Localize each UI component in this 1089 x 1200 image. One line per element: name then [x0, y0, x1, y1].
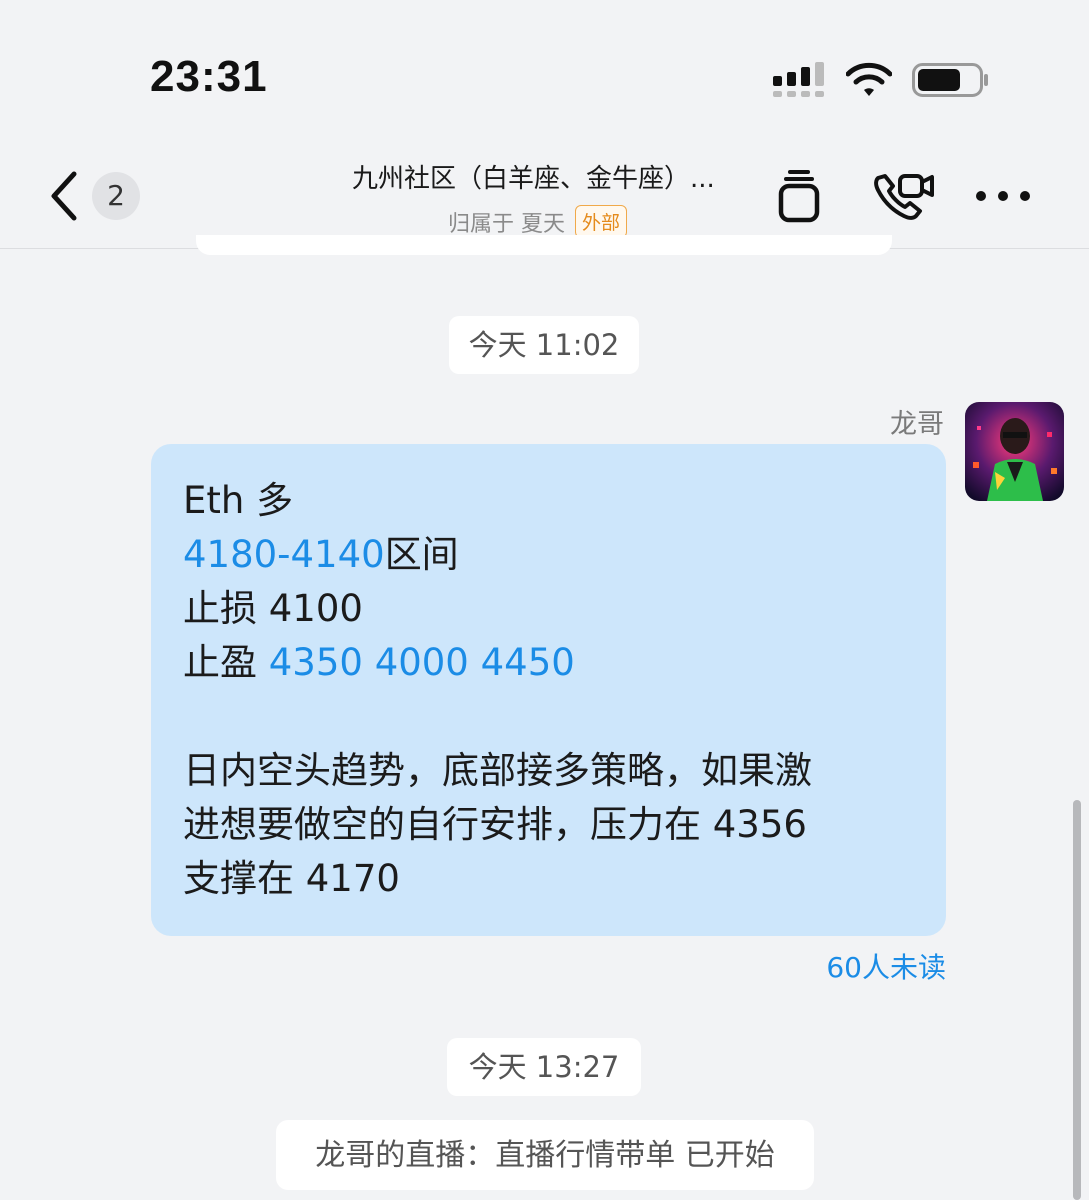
previous-message-card-edge	[196, 235, 892, 255]
call-video-icon[interactable]	[870, 168, 936, 224]
battery-icon	[912, 63, 988, 97]
signal-icon	[773, 62, 824, 97]
back-chevron-icon	[51, 171, 77, 221]
message-line: 支撑在 4170	[183, 857, 400, 900]
status-bar: 23:31	[0, 0, 1089, 150]
sender-name: 龙哥	[890, 409, 944, 440]
read-status-link[interactable]: 60人未读	[800, 946, 946, 986]
message-text-segment: 止盈	[183, 641, 269, 684]
more-icon[interactable]	[972, 168, 1034, 224]
owner-subtitle: 归属于 夏天	[448, 211, 565, 237]
number-link[interactable]: 4180-4140	[183, 533, 385, 576]
message-line: 止损 4100	[183, 587, 363, 630]
copy-icon[interactable]	[774, 168, 826, 224]
title-block[interactable]: 九州社区（白羊座、金牛座）... 归属于 夏天 外部	[352, 158, 752, 238]
scrollbar[interactable]	[1073, 800, 1081, 1200]
message-line: 止盈 4350 4000 4450	[183, 636, 923, 690]
timestamp-chip: 今天 13:27	[447, 1038, 641, 1096]
status-time: 23:31	[150, 52, 268, 101]
message-line: 4180-4140区间	[183, 528, 923, 582]
message-line: Eth 多	[183, 479, 294, 522]
message-text: Eth 多 4180-4140区间 止损 4100 止盈 4350 4000 4…	[183, 474, 923, 906]
message-text-segment: 区间	[384, 533, 459, 576]
subtitle-row: 归属于 夏天 外部	[352, 205, 752, 238]
wifi-icon	[846, 62, 892, 96]
back-button[interactable]: 2	[40, 168, 150, 224]
message-line: 进想要做空的自行安排，压力在 4356	[183, 803, 807, 846]
live-stream-notice[interactable]: 龙哥的直播：直播行情带单 已开始	[276, 1120, 814, 1190]
message-bubble[interactable]: Eth 多 4180-4140区间 止损 4100 止盈 4350 4000 4…	[151, 444, 946, 936]
unread-badge: 2	[92, 172, 140, 220]
external-tag: 外部	[575, 205, 628, 238]
avatar[interactable]	[965, 402, 1064, 501]
timestamp-chip: 今天 11:02	[449, 316, 639, 374]
number-link[interactable]: 4350 4000 4450	[269, 641, 575, 684]
message-line: 日内空头趋势，底部接多策略，如果激	[183, 749, 812, 792]
chat-title: 九州社区（白羊座、金牛座）...	[352, 164, 715, 194]
